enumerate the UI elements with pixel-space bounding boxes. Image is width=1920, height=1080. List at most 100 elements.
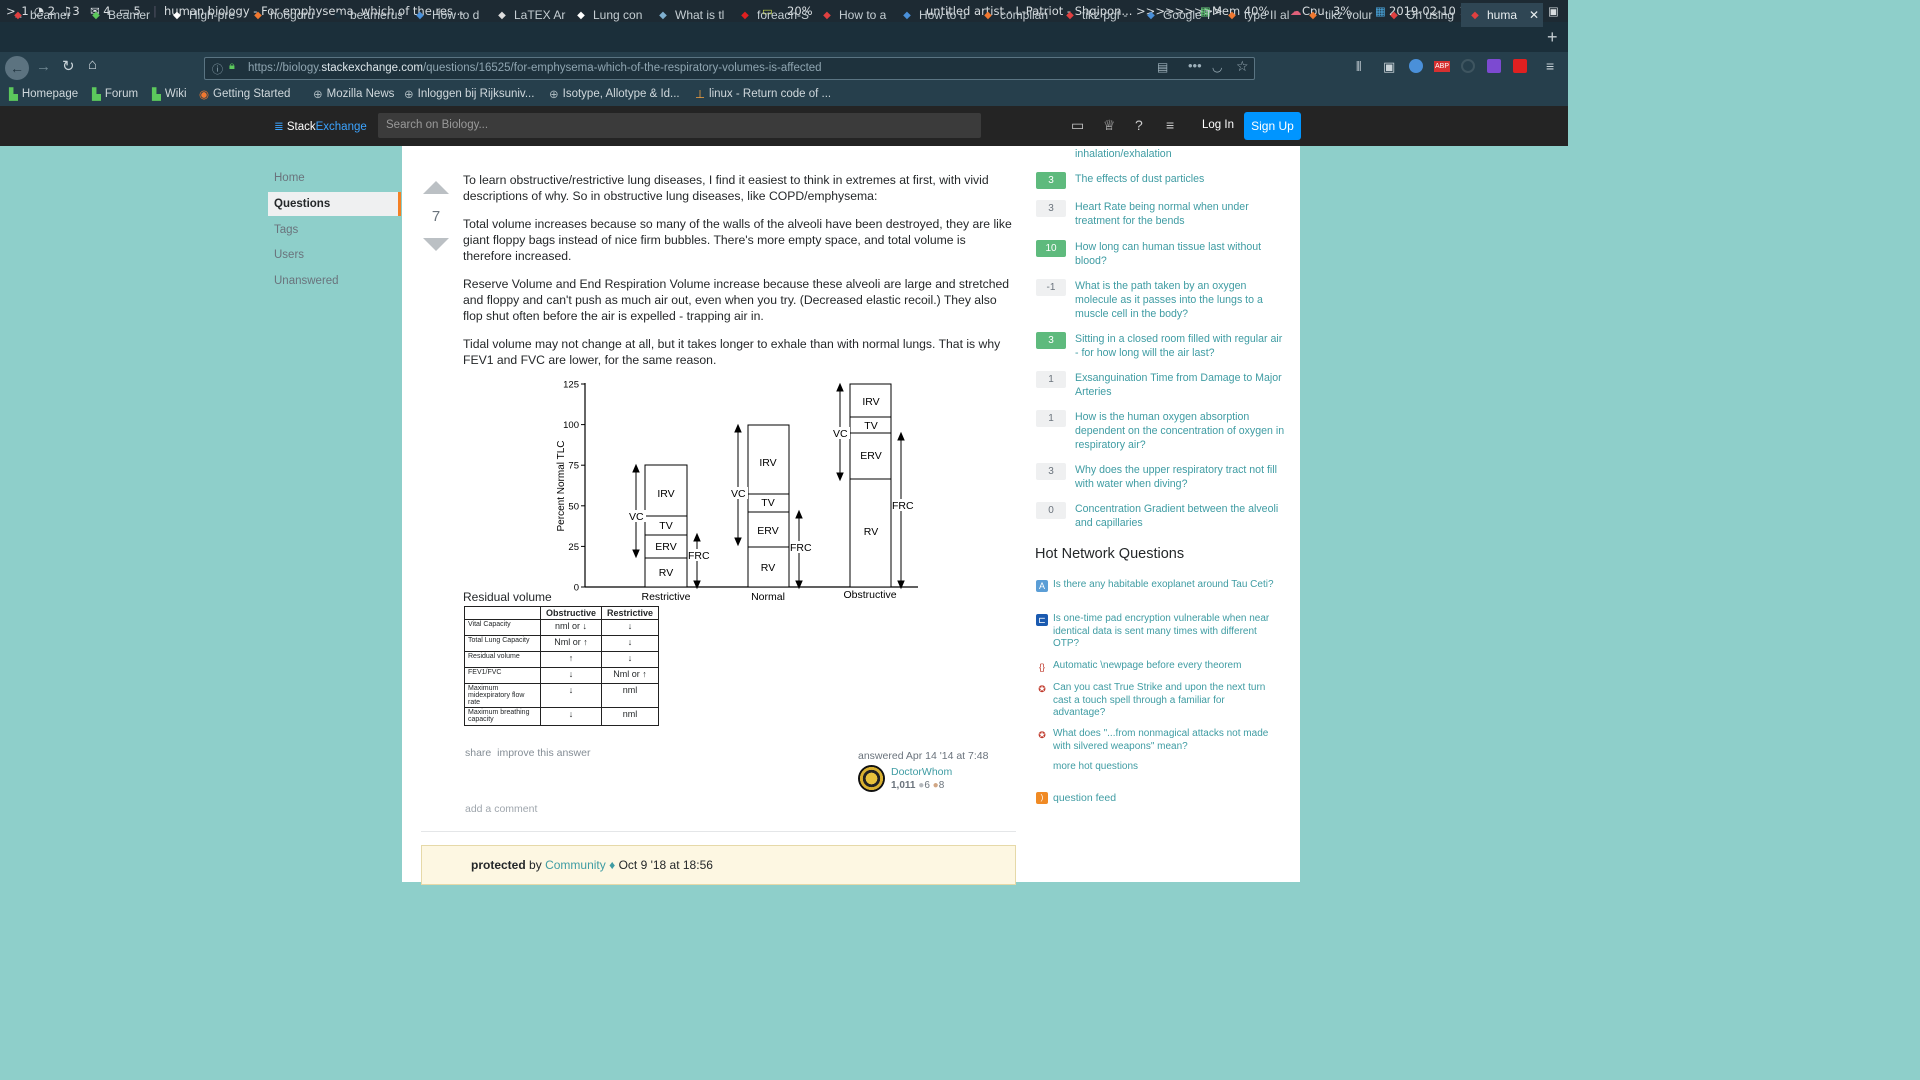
- segment-label: IRV: [657, 488, 674, 500]
- related-question-link[interactable]: Concentration Gradient between the alveo…: [1075, 502, 1285, 530]
- bookmark-homepage[interactable]: ▙ Homepage: [9, 87, 78, 101]
- browser-tab[interactable]: ◆ What is tl: [649, 3, 727, 27]
- zotero-icon[interactable]: [1513, 59, 1527, 73]
- menu-icon[interactable]: ≡: [1546, 58, 1554, 74]
- related-question-fragment[interactable]: inhalation/exhalation: [1075, 147, 1285, 161]
- url-text[interactable]: https://biology.stackexchange.com/questi…: [248, 62, 822, 74]
- bookmark-star-icon[interactable]: ☆: [1236, 58, 1249, 75]
- tab-label: How to d: [432, 8, 480, 22]
- browser-tab[interactable]: ◆ hoogdru: [244, 3, 322, 27]
- related-question-link[interactable]: How is the human oxygen absorption depen…: [1075, 410, 1285, 452]
- browser-tab[interactable]: ◆ foreach-S: [731, 3, 809, 27]
- reload-button[interactable]: ↻: [62, 57, 75, 75]
- related-score[interactable]: 3: [1036, 172, 1066, 189]
- share-link[interactable]: share: [465, 747, 491, 759]
- community-user-link[interactable]: Community: [545, 858, 606, 872]
- nav-unanswered[interactable]: Unanswered: [274, 275, 339, 287]
- hot-question-link[interactable]: Is one-time pad encryption vulnerable wh…: [1053, 613, 1278, 651]
- segment-label: RV: [659, 567, 673, 579]
- browser-tab[interactable]: ◆ High-pre: [163, 3, 241, 27]
- related-score[interactable]: 10: [1036, 240, 1066, 257]
- related-score[interactable]: 3: [1036, 332, 1066, 349]
- upvote-icon[interactable]: [423, 181, 449, 194]
- hot-question-link[interactable]: Can you cast True Strike and upon the ne…: [1053, 682, 1278, 720]
- browser-tab[interactable]: ◆ Beamer: [82, 3, 160, 27]
- site-search-input[interactable]: Search on Biology...: [378, 113, 981, 138]
- reader-view-icon[interactable]: ▤: [1157, 60, 1168, 74]
- bookmark-linux[interactable]: ⊥ linux - Return code of ...: [695, 87, 831, 101]
- login-link[interactable]: Log In: [1202, 119, 1234, 131]
- notes-icon[interactable]: ▣: [1548, 4, 1559, 18]
- forward-button[interactable]: →: [36, 58, 51, 75]
- page-actions-icon[interactable]: •••: [1188, 58, 1202, 73]
- browser-tab[interactable]: ◆ huma ✕: [1461, 3, 1543, 27]
- help-icon[interactable]: ?: [1135, 117, 1143, 133]
- extension-2-icon[interactable]: [1461, 59, 1475, 73]
- bookmark-isotype[interactable]: ⊕ Isotype, Allotype & Id...: [549, 87, 680, 101]
- related-question-link[interactable]: Heart Rate being normal when under treat…: [1075, 200, 1285, 228]
- browser-tab[interactable]: ◆ Lung con: [567, 3, 645, 27]
- signup-button[interactable]: Sign Up: [1244, 112, 1301, 140]
- hot-question-link[interactable]: What does "...from nonmagical attacks no…: [1053, 728, 1278, 753]
- achievements-icon[interactable]: ♕: [1103, 117, 1116, 134]
- nav-tags[interactable]: Tags: [274, 224, 298, 236]
- pocket-icon[interactable]: ◡: [1212, 60, 1222, 74]
- browser-tab[interactable]: ◆ How to a: [813, 3, 891, 27]
- add-comment-link[interactable]: add a comment: [465, 803, 537, 815]
- stackexchange-logo[interactable]: ≣ StackExchange: [274, 119, 367, 133]
- extension-3-icon[interactable]: [1487, 59, 1501, 73]
- tab-label: huma: [1487, 8, 1518, 22]
- browser-tab[interactable]: ◆ LaTEX Ar: [488, 3, 566, 27]
- related-question-link[interactable]: How long can human tissue last without b…: [1075, 240, 1285, 268]
- bookmark-wiki[interactable]: ▙ Wiki: [152, 87, 187, 101]
- downvote-icon[interactable]: [423, 238, 449, 251]
- bookmark-getting-started[interactable]: ◉ Getting Started: [199, 87, 290, 101]
- improve-link[interactable]: improve this answer: [497, 747, 590, 759]
- browser-tab[interactable]: ◆ type II al: [1218, 3, 1296, 27]
- bookmark-mozilla-news[interactable]: ⊕ Mozilla News: [313, 87, 394, 101]
- user-name[interactable]: DoctorWhom: [891, 766, 952, 778]
- browser-tab[interactable]: ◆ complian: [974, 3, 1052, 27]
- bookmark-forum[interactable]: ▙ Forum: [92, 87, 138, 101]
- more-hot-link[interactable]: more hot questions: [1053, 761, 1138, 772]
- hot-question-link[interactable]: Automatic \newpage before every theorem: [1053, 660, 1278, 673]
- new-tab-button[interactable]: +: [1547, 27, 1558, 48]
- related-score[interactable]: 0: [1036, 502, 1066, 519]
- browser-tab[interactable]: ◆ How to u: [893, 3, 971, 27]
- library-icon[interactable]: ⫴: [1356, 59, 1361, 75]
- related-question-link[interactable]: Exsanguination Time from Damage to Major…: [1075, 371, 1285, 399]
- question-feed-link[interactable]: question feed: [1053, 792, 1116, 804]
- browser-tab[interactable]: ◆ tikz volur: [1299, 3, 1377, 27]
- nav-users[interactable]: Users: [274, 249, 304, 261]
- hot-question-link[interactable]: Is there any habitable exoplanet around …: [1053, 579, 1278, 592]
- nav-home[interactable]: Home: [274, 172, 305, 184]
- browser-tab[interactable]: ◆ On using: [1380, 3, 1458, 27]
- inbox-icon[interactable]: ▭: [1071, 117, 1084, 134]
- tab-label: What is tl: [675, 8, 725, 22]
- browser-tab[interactable]: ◆ Google T: [1137, 3, 1215, 27]
- close-tab-icon[interactable]: ✕: [1529, 8, 1539, 22]
- avatar[interactable]: [858, 765, 885, 792]
- related-question-link[interactable]: Why does the upper respiratory tract not…: [1075, 463, 1285, 491]
- browser-tab[interactable]: ◆ How to d: [406, 3, 484, 27]
- sidebar-icon[interactable]: ▣: [1383, 59, 1395, 75]
- related-score[interactable]: 3: [1036, 463, 1066, 480]
- browser-tab[interactable]: ◆ beamer: [4, 3, 82, 27]
- related-score[interactable]: 1: [1036, 410, 1066, 427]
- related-question-link[interactable]: The effects of dust particles: [1075, 172, 1285, 186]
- nav-questions[interactable]: Questions: [274, 198, 330, 210]
- related-question-link[interactable]: What is the path taken by an oxygen mole…: [1075, 279, 1285, 321]
- extension-icon[interactable]: [1409, 59, 1423, 73]
- browser-tab[interactable]: ◆ beameruser: [324, 3, 402, 27]
- browser-tab[interactable]: ◆ tikz pgf -: [1056, 3, 1134, 27]
- related-score[interactable]: 3: [1036, 200, 1066, 217]
- info-icon[interactable]: ⓘ: [212, 61, 223, 77]
- site-switcher-icon[interactable]: ≡: [1166, 117, 1174, 133]
- back-button[interactable]: ←: [5, 56, 29, 80]
- adblock-icon[interactable]: ABP: [1434, 61, 1450, 72]
- related-question-link[interactable]: Sitting in a closed room filled with reg…: [1075, 332, 1285, 360]
- home-icon[interactable]: ⌂: [88, 56, 97, 73]
- related-score[interactable]: 1: [1036, 371, 1066, 388]
- bookmark-rijksuniv[interactable]: ⊕ Inloggen bij Rijksuniv...: [404, 87, 534, 101]
- related-score[interactable]: -1: [1036, 279, 1066, 296]
